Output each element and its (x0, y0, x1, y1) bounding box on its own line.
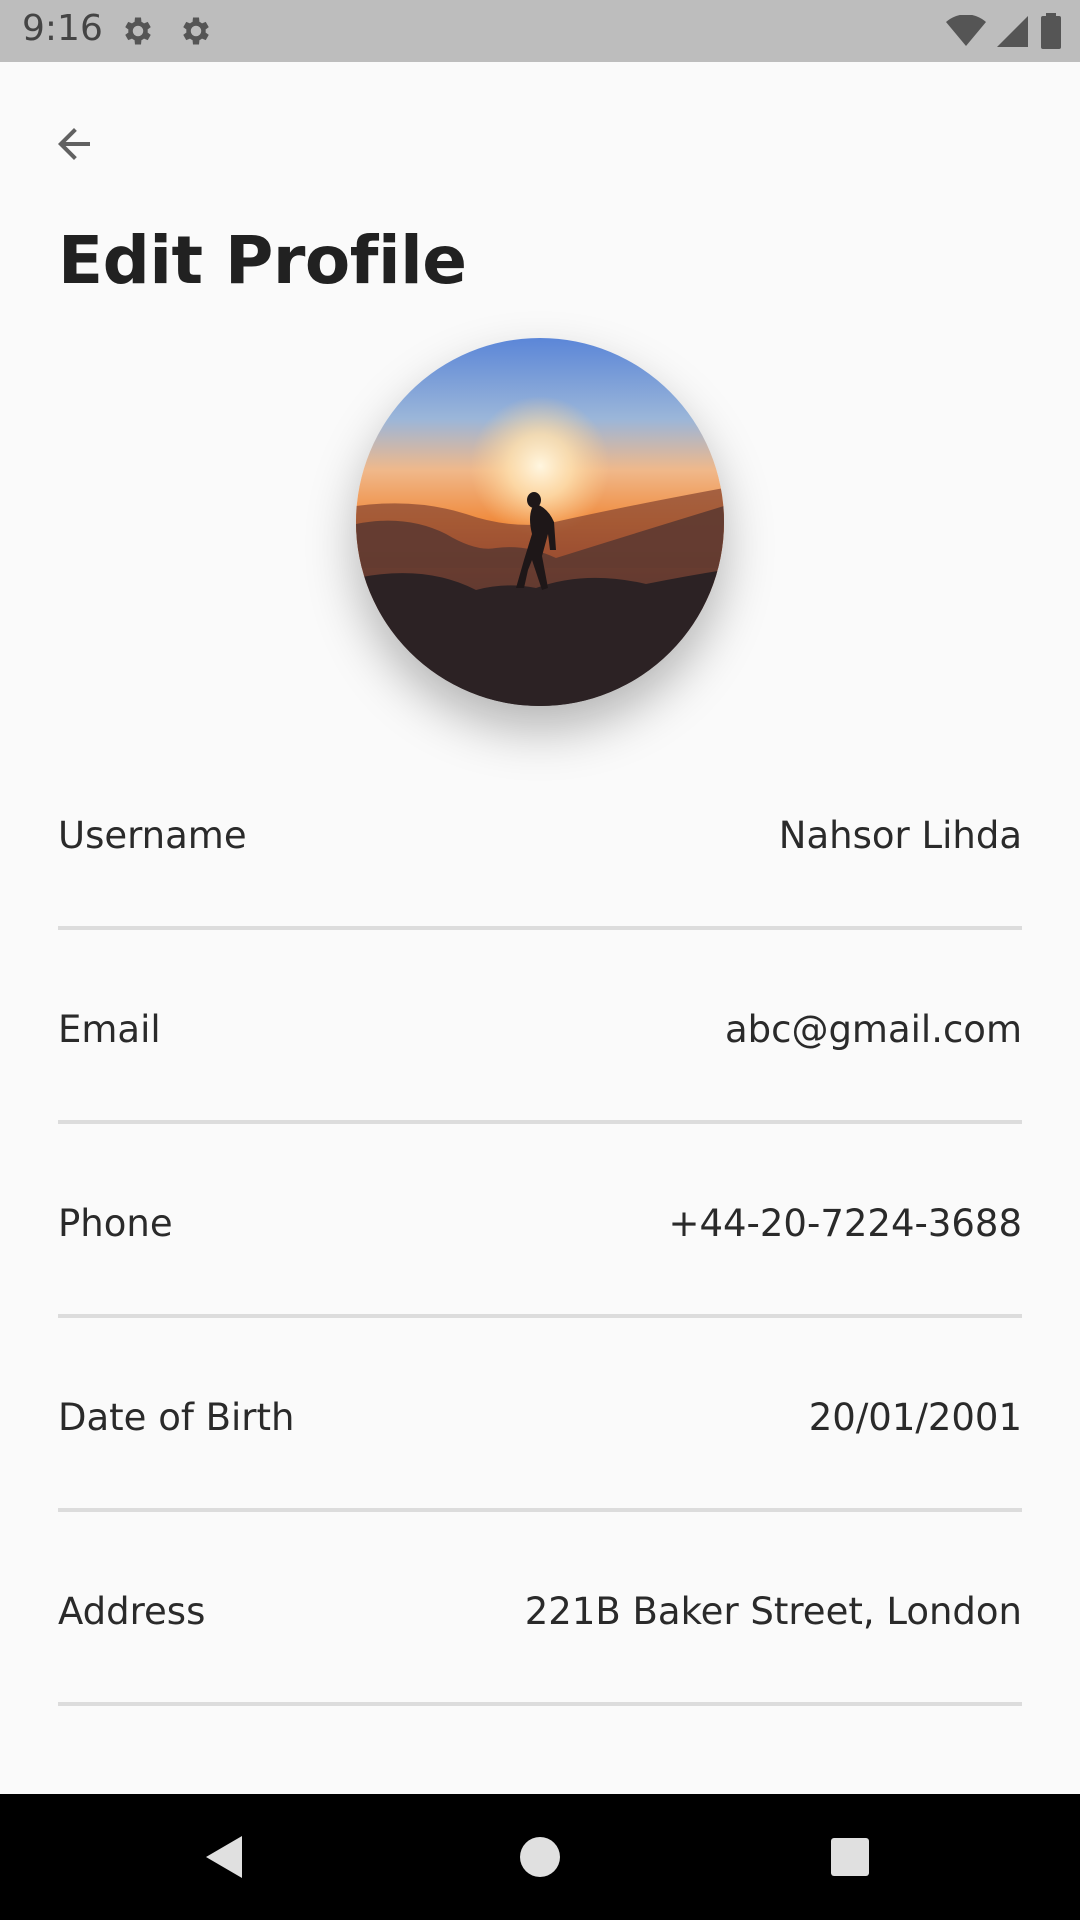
settings-icon (125, 17, 151, 45)
field-value[interactable]: Nahsor Lihda (779, 814, 1022, 858)
battery-icon (1041, 13, 1061, 49)
field-label: Date of Birth (58, 1396, 295, 1439)
profile-photo (356, 338, 724, 706)
field-email[interactable]: Email abc@gmail.com (58, 1008, 1022, 1108)
settings-icon (183, 17, 209, 45)
nav-recents-button[interactable] (817, 1824, 883, 1890)
back-button[interactable] (38, 108, 110, 180)
field-label: Address (58, 1590, 206, 1633)
navigation-bar (0, 1794, 1080, 1920)
field-value[interactable]: 221B Baker Street, London (525, 1590, 1022, 1634)
field-label: Email (58, 1008, 161, 1051)
divider (58, 1120, 1022, 1124)
field-date-of-birth[interactable]: Date of Birth 20/01/2001 (58, 1396, 1022, 1496)
nav-back-icon (206, 1836, 242, 1878)
field-value[interactable]: 20/01/2001 (809, 1396, 1022, 1440)
wifi-icon (946, 15, 986, 46)
nav-recents-icon (831, 1838, 869, 1876)
nav-home-button[interactable] (507, 1824, 573, 1890)
divider (58, 926, 1022, 930)
field-value[interactable]: +44-20-7224-3688 (668, 1202, 1022, 1246)
arrow-back-icon (58, 128, 90, 160)
field-address[interactable]: Address 221B Baker Street, London (58, 1590, 1022, 1690)
nav-back-button[interactable] (192, 1824, 258, 1890)
field-value[interactable]: abc@gmail.com (725, 1008, 1022, 1052)
avatar[interactable] (356, 338, 724, 706)
edit-profile-screen: Edit Profile Username Nahsor Lihda Email… (0, 62, 1080, 1794)
status-time: 9:16 (22, 8, 103, 49)
field-phone[interactable]: Phone +44-20-7224-3688 (58, 1202, 1022, 1302)
field-label: Username (58, 814, 247, 857)
status-icons (936, 12, 1062, 50)
field-label: Phone (58, 1202, 173, 1245)
page-title: Edit Profile (58, 222, 467, 299)
divider (58, 1314, 1022, 1318)
signal-icon (997, 16, 1028, 47)
divider (58, 1702, 1022, 1706)
divider (58, 1508, 1022, 1512)
status-bar: 9:16 (0, 0, 1080, 62)
nav-home-icon (520, 1837, 560, 1877)
field-username[interactable]: Username Nahsor Lihda (58, 814, 1022, 914)
